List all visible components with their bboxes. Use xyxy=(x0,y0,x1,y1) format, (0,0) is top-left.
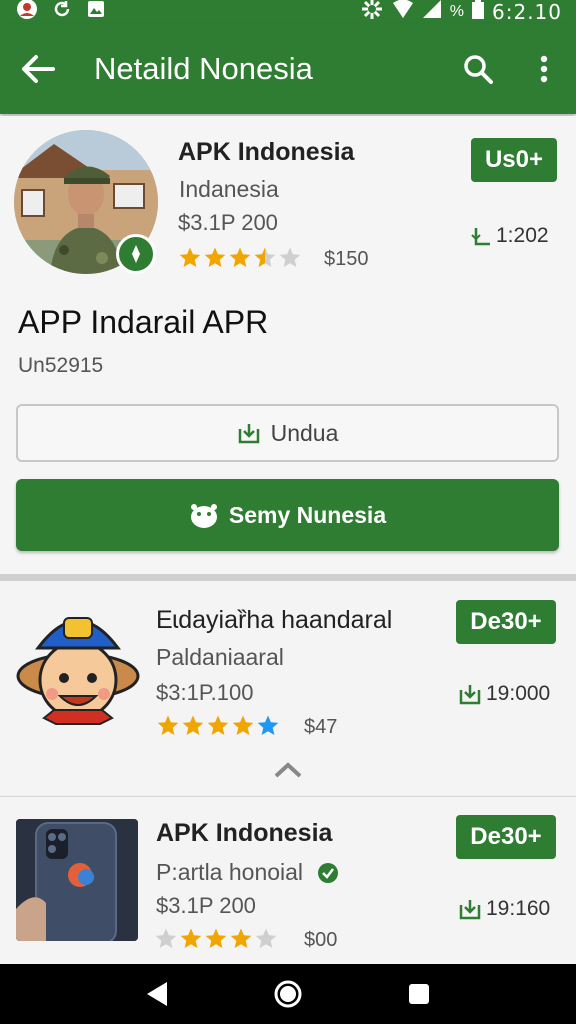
chevron-up-icon[interactable] xyxy=(272,758,304,782)
avatar-icon xyxy=(16,0,38,26)
rating-stars xyxy=(156,714,280,738)
back-arrow-icon xyxy=(22,55,55,83)
app-developer: Indanesia xyxy=(179,176,279,202)
app-price: $3.1P 200 xyxy=(178,210,278,235)
item-subtitle-row: P:artla honoial xyxy=(156,859,339,886)
back-button[interactable] xyxy=(10,41,66,97)
download-icon xyxy=(238,424,259,444)
badge-icon xyxy=(318,862,339,883)
nav-home-button[interactable] xyxy=(264,970,312,1018)
app-name: APK Indonesia xyxy=(178,138,355,166)
star-icon xyxy=(205,928,227,948)
rating-stars xyxy=(154,927,278,951)
app-version: Un52915 xyxy=(18,354,104,377)
undua-label: Undua xyxy=(270,419,339,446)
battery-icon xyxy=(472,0,484,25)
app-headline: APP Indarail APR xyxy=(18,304,269,340)
star-icon xyxy=(230,928,252,948)
search-button[interactable] xyxy=(450,41,506,97)
rating-text: $150 xyxy=(324,248,369,270)
battery-percent: % xyxy=(449,3,464,20)
chart-icon xyxy=(471,228,490,246)
image-icon xyxy=(86,0,106,25)
download-stat: 19:000 xyxy=(458,682,550,706)
home-circle-icon xyxy=(274,980,302,1008)
status-bar: % 6:2.10 xyxy=(0,0,576,24)
app-bar: Netaild Nonesia xyxy=(0,24,576,114)
item-install-button[interactable]: De30+ xyxy=(456,600,556,644)
cartoon-boy-icon xyxy=(14,598,142,726)
item-subtitle: P:artla honoial xyxy=(156,859,304,885)
semy-nunesia-label: Semy Nunesia xyxy=(228,501,387,528)
download-count: 1:202 xyxy=(496,224,549,247)
rating-text: $47 xyxy=(304,716,338,738)
phone-image xyxy=(16,819,138,941)
star-icon xyxy=(157,715,179,735)
item-price: $3:1P.100 xyxy=(156,680,254,705)
download-stat: 1:202 xyxy=(470,224,549,248)
search-icon xyxy=(464,55,493,84)
star-icon xyxy=(204,247,226,267)
recents-square-icon xyxy=(408,984,429,1004)
back-triangle-icon xyxy=(147,982,168,1006)
download-stat: 19:160 xyxy=(458,897,550,921)
star-icon xyxy=(229,247,251,267)
section-divider xyxy=(0,574,576,581)
star-icon xyxy=(255,928,277,948)
download-icon xyxy=(459,900,481,920)
star-icon xyxy=(155,928,177,948)
more-vert-icon xyxy=(540,55,548,83)
download-count: 19:000 xyxy=(486,682,551,705)
star-icon xyxy=(279,247,301,267)
install-button[interactable]: Us0+ xyxy=(471,138,557,182)
star-icon xyxy=(232,715,254,735)
star-icon xyxy=(180,928,202,948)
item-price: $3.1P 200 xyxy=(156,893,256,918)
item-name: Eɩdayiaȑha haandaral xyxy=(156,606,393,634)
wifi-icon xyxy=(392,0,414,25)
page-title: Netaild Nonesia xyxy=(94,51,313,86)
item-name: APK Indonesia xyxy=(156,819,333,847)
nav-back-button[interactable] xyxy=(133,970,181,1018)
star-icon xyxy=(179,247,201,267)
star-icon xyxy=(257,715,279,735)
verified-badge-icon xyxy=(116,234,156,274)
more-options-button[interactable] xyxy=(516,41,572,97)
star-icon xyxy=(254,247,276,267)
android-icon xyxy=(190,504,217,528)
list-item[interactable]: Eɩdayiaȑha haandaral Paldaniaaral $3:1P.… xyxy=(0,582,576,794)
sync-icon xyxy=(52,0,72,25)
list-item[interactable]: APK Indonesia P:artla honoial $3.1P 200 … xyxy=(0,796,576,964)
system-nav-bar xyxy=(0,964,576,1024)
item-subtitle: Paldaniaaral xyxy=(156,644,284,670)
undua-button[interactable]: Undua xyxy=(16,404,559,462)
item-install-button[interactable]: De30+ xyxy=(456,815,556,859)
rating-stars xyxy=(178,246,302,270)
settings-icon xyxy=(360,0,384,26)
status-time: 6:2.10 xyxy=(492,0,562,24)
semy-nunesia-button[interactable]: Semy Nunesia xyxy=(16,479,559,551)
star-icon xyxy=(182,715,204,735)
star-icon xyxy=(207,715,229,735)
rating-text: $00 xyxy=(304,929,338,951)
nav-recents-button[interactable] xyxy=(395,970,443,1018)
signal-icon xyxy=(422,0,442,25)
app-detail-card: APK Indonesia Indanesia $3.1P 200 $150 U… xyxy=(0,116,576,574)
download-icon xyxy=(459,685,481,705)
download-count: 19:160 xyxy=(486,897,551,920)
